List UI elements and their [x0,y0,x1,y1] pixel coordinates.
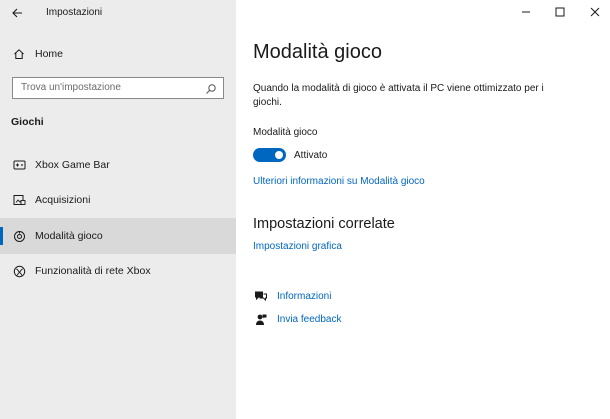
get-help-icon[interactable] [253,289,267,303]
close-icon[interactable] [585,4,605,20]
minimize-icon[interactable] [516,4,536,20]
sidebar-item-label: Xbox Game Bar [35,159,110,171]
search-input[interactable]: Trova un'impostazione [12,77,224,99]
back-arrow-icon[interactable] [10,6,24,20]
xbox-icon [12,264,26,278]
sidebar-item-label: Modalità gioco [35,230,103,242]
sidebar-item-funzionalita-rete-xbox[interactable]: Funzionalità di rete Xbox [0,253,236,289]
sidebar-item-label: Acquisizioni [35,194,91,206]
selection-indicator [0,227,3,245]
game-mode-icon [12,229,26,243]
sidebar-item-xbox-game-bar[interactable]: Xbox Game Bar [0,147,236,183]
toggle-knob [275,151,283,159]
graphics-settings-link[interactable]: Impostazioni grafica [253,241,342,252]
maximize-icon[interactable] [550,4,570,20]
sidebar-item-modalita-gioco[interactable]: Modalità gioco [0,218,236,254]
sidebar-item-acquisizioni[interactable]: Acquisizioni [0,182,236,218]
section-header: Giochi [11,116,44,128]
xbox-game-bar-icon [12,158,26,172]
game-mode-toggle[interactable] [253,148,286,162]
home-nav-item[interactable]: Home [0,42,236,66]
sidebar: Impostazioni Home Trova un'impostazione … [0,0,236,419]
captures-icon [12,193,26,207]
home-label: Home [35,48,64,60]
toggle-state-text: Attivato [294,150,328,161]
page-description: Quando la modalità di gioco è attivata i… [253,83,544,108]
sidebar-item-label: Funzionalità di rete Xbox [35,265,151,277]
send-feedback-link[interactable]: Invia feedback [277,314,342,325]
home-icon [12,47,26,61]
more-info-link[interactable]: Ulteriori informazioni su Modalità gioco [253,176,425,187]
page-title: Modalità gioco [253,41,382,63]
window-title: Impostazioni [46,7,103,18]
search-icon[interactable] [205,82,217,94]
search-placeholder: Trova un'impostazione [21,82,121,93]
get-help-link[interactable]: Informazioni [277,291,331,302]
feedback-icon[interactable] [253,312,267,326]
related-settings-header: Impostazioni correlate [253,216,395,232]
main-content: Modalità gioco Quando la modalità di gio… [236,0,610,419]
toggle-label: Modalità gioco [253,127,318,138]
